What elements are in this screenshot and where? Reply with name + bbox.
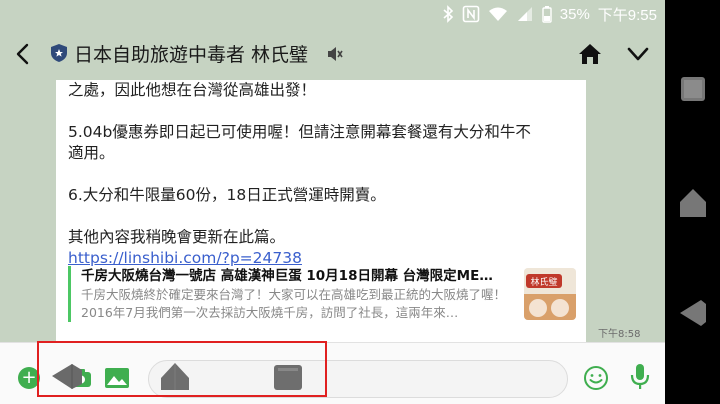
- clock: 下午9:55: [597, 6, 657, 24]
- battery-icon: [542, 6, 552, 23]
- signal-icon: [517, 7, 532, 21]
- mic-icon[interactable]: [630, 363, 650, 391]
- message-line: 之處，因此他想在台灣從高雄出發！: [68, 81, 317, 99]
- preview-thumbnail: 林氏璧: [524, 268, 576, 320]
- status-icons: 35% 下午9:55: [442, 4, 657, 24]
- message-line: 5.04b優惠券即日起已可使用喔！但請注意開幕套餐還有大分和牛不: [68, 123, 531, 141]
- shield-badge-icon: [51, 44, 67, 62]
- chat-header: 日本自助旅遊中毒者 林氏璧: [0, 28, 665, 80]
- chat-area: 之處，因此他想在台灣從高雄出發！ 5.04b優惠券即日起已可使用喔！但請注意開幕…: [0, 80, 665, 342]
- message-line: [68, 101, 588, 122]
- system-nav-bar: [665, 0, 720, 404]
- nfc-icon: [462, 5, 480, 23]
- message-time: 下午8:58: [598, 329, 641, 340]
- status-bar: 35% 下午9:55: [0, 0, 665, 28]
- chevron-down-icon[interactable]: [625, 42, 651, 66]
- message-text: 之處，因此他想在台灣從高雄出發！ 5.04b優惠券即日起已可使用喔！但請注意開幕…: [68, 80, 588, 269]
- back-arrow-icon[interactable]: [12, 41, 36, 67]
- message-link[interactable]: https://linshibi.com/?p=24738: [68, 249, 302, 267]
- message-line: [68, 164, 588, 185]
- message-line: 其他內容我稍晚會更新在此篇。: [68, 228, 286, 246]
- preview-description: 千房大阪燒終於確定要來台灣了！大家可以在高雄吃到最正統的大阪燒了喔！ 2016年…: [81, 287, 507, 320]
- recents-icon[interactable]: [680, 76, 706, 102]
- chat-title[interactable]: 日本自助旅遊中毒者 林氏璧: [74, 40, 308, 67]
- preview-title: 千房大阪燒台灣一號店 高雄漢神巨蛋 10月18日開幕 台灣限定ME…: [81, 268, 493, 284]
- marker-icon: [274, 365, 302, 390]
- muted-speaker-icon: [328, 47, 343, 61]
- back-nav-icon[interactable]: [679, 298, 707, 328]
- battery-percent: 35%: [559, 5, 590, 23]
- back-marker-icon: [52, 364, 82, 389]
- message-line: [68, 206, 588, 227]
- message-line: 適用。: [68, 144, 115, 162]
- wifi-icon: [488, 7, 507, 21]
- bluetooth-icon: [443, 5, 453, 23]
- thumb-logo-text: 林氏璧: [530, 276, 557, 288]
- link-preview[interactable]: 千房大阪燒台灣一號店 高雄漢神巨蛋 10月18日開幕 台灣限定ME… 千房大阪燒…: [68, 266, 576, 322]
- marker-icon: [161, 363, 189, 390]
- emoji-icon[interactable]: [583, 365, 609, 391]
- message-line: 6.大分和牛限量60份，18日正式營運時開賣。: [68, 186, 386, 204]
- home-icon[interactable]: [577, 41, 603, 67]
- home-nav-icon[interactable]: [679, 188, 707, 218]
